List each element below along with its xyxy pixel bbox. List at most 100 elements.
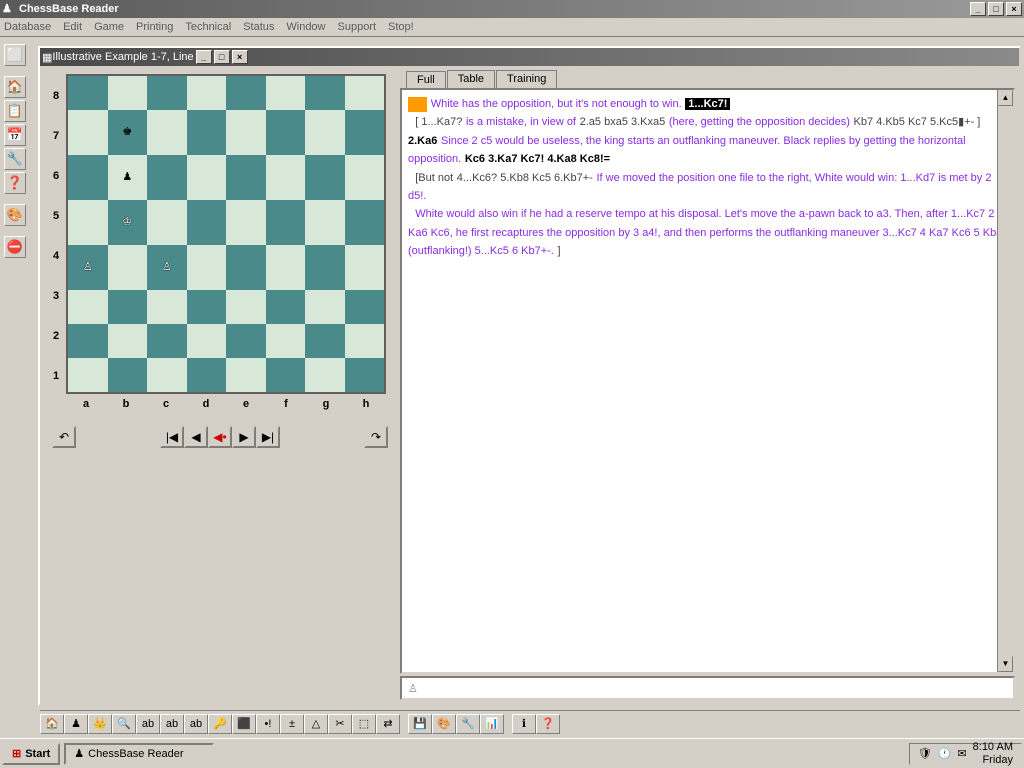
- square-h3[interactable]: [345, 290, 385, 324]
- square-h7[interactable]: [345, 110, 385, 155]
- menu-window[interactable]: Window: [286, 21, 325, 33]
- nav-prev-button[interactable]: ◀: [184, 426, 208, 448]
- menu-technical[interactable]: Technical: [185, 21, 231, 33]
- square-f7[interactable]: [266, 110, 306, 155]
- square-d3[interactable]: [187, 290, 227, 324]
- tool-palette-icon[interactable]: 🎨: [4, 204, 26, 226]
- scroll-down-button[interactable]: ▼: [998, 656, 1013, 672]
- nav-first-button[interactable]: |◀: [160, 426, 184, 448]
- move[interactable]: 2.Ka6: [408, 135, 437, 147]
- square-e5[interactable]: [226, 200, 266, 245]
- square-a7[interactable]: [68, 110, 108, 155]
- menu-printing[interactable]: Printing: [136, 21, 173, 33]
- tool-board-icon[interactable]: ⬜: [4, 44, 26, 66]
- bottom-tool-18[interactable]: 🔧: [456, 714, 480, 734]
- tool-stop-icon[interactable]: ⛔: [4, 236, 26, 258]
- square-f8[interactable]: [266, 76, 306, 110]
- square-d7[interactable]: [187, 110, 227, 155]
- bottom-tool-5[interactable]: ab: [160, 714, 184, 734]
- square-f4[interactable]: [266, 245, 306, 290]
- square-c4[interactable]: ♙: [147, 245, 187, 290]
- square-h1[interactable]: [345, 358, 385, 392]
- menu-status[interactable]: Status: [243, 21, 274, 33]
- chessboard[interactable]: ♚♟♔♙♙: [66, 74, 386, 394]
- menu-stop[interactable]: Stop!: [388, 21, 414, 33]
- tab-full[interactable]: Full: [406, 71, 446, 89]
- square-c1[interactable]: [147, 358, 187, 392]
- square-c2[interactable]: [147, 324, 187, 358]
- square-b1[interactable]: [108, 358, 148, 392]
- minimize-button[interactable]: _: [970, 2, 986, 16]
- bottom-tool-14[interactable]: ⇄: [376, 714, 400, 734]
- square-h5[interactable]: [345, 200, 385, 245]
- square-e2[interactable]: [226, 324, 266, 358]
- tray-shield-icon[interactable]: 🛡: [918, 747, 932, 760]
- close-button[interactable]: ×: [1006, 2, 1022, 16]
- square-d5[interactable]: [187, 200, 227, 245]
- bottom-tool-11[interactable]: △: [304, 714, 328, 734]
- doc-close-button[interactable]: ×: [232, 50, 248, 64]
- tool-settings-icon[interactable]: 🔧: [4, 148, 26, 170]
- square-a5[interactable]: [68, 200, 108, 245]
- square-d1[interactable]: [187, 358, 227, 392]
- flip-board-button[interactable]: ↶: [52, 426, 76, 448]
- square-e4[interactable]: [226, 245, 266, 290]
- tool-home-icon[interactable]: 🏠: [4, 76, 26, 98]
- square-b7[interactable]: ♚: [108, 110, 148, 155]
- bottom-tool-4[interactable]: ab: [136, 714, 160, 734]
- square-d2[interactable]: [187, 324, 227, 358]
- square-d8[interactable]: [187, 76, 227, 110]
- bottom-tool-1[interactable]: ♟: [64, 714, 88, 734]
- square-b2[interactable]: [108, 324, 148, 358]
- bottom-tool-0[interactable]: 🏠: [40, 714, 64, 734]
- bottom-tool-10[interactable]: ±: [280, 714, 304, 734]
- square-a8[interactable]: [68, 76, 108, 110]
- scrollbar[interactable]: ▲ ▼: [997, 90, 1013, 672]
- square-a2[interactable]: [68, 324, 108, 358]
- bottom-tool-12[interactable]: ✂: [328, 714, 352, 734]
- bottom-tool-6[interactable]: ab: [184, 714, 208, 734]
- bottom-tool-8[interactable]: ⬛: [232, 714, 256, 734]
- square-b6[interactable]: ♟: [108, 155, 148, 200]
- square-e1[interactable]: [226, 358, 266, 392]
- square-f1[interactable]: [266, 358, 306, 392]
- square-a6[interactable]: [68, 155, 108, 200]
- square-c5[interactable]: [147, 200, 187, 245]
- square-a4[interactable]: ♙: [68, 245, 108, 290]
- square-g8[interactable]: [305, 76, 345, 110]
- tray-mail-icon[interactable]: ✉: [957, 747, 966, 760]
- square-f6[interactable]: [266, 155, 306, 200]
- square-g1[interactable]: [305, 358, 345, 392]
- bottom-tool-3[interactable]: 🔍: [112, 714, 136, 734]
- nav-current-button[interactable]: ◀•: [208, 426, 232, 448]
- doc-maximize-button[interactable]: □: [214, 50, 230, 64]
- square-g2[interactable]: [305, 324, 345, 358]
- square-g7[interactable]: [305, 110, 345, 155]
- square-h2[interactable]: [345, 324, 385, 358]
- tool-help-icon[interactable]: ❓: [4, 172, 26, 194]
- bottom-tool-22[interactable]: ❓: [536, 714, 560, 734]
- clock[interactable]: 8:10 AM Friday: [973, 741, 1013, 765]
- square-b8[interactable]: [108, 76, 148, 110]
- move-highlighted[interactable]: 1...Kc7!: [685, 98, 730, 110]
- nav-last-button[interactable]: ▶|: [256, 426, 280, 448]
- doc-minimize-button[interactable]: _: [196, 50, 212, 64]
- system-tray[interactable]: 🛡 🕐 ✉ 8:10 AM Friday: [909, 743, 1022, 765]
- square-h4[interactable]: [345, 245, 385, 290]
- menu-database[interactable]: Database: [4, 21, 51, 33]
- square-a3[interactable]: [68, 290, 108, 324]
- flip-board-button-2[interactable]: ↷: [364, 426, 388, 448]
- square-e8[interactable]: [226, 76, 266, 110]
- tool-clipboard-icon[interactable]: 📋: [4, 100, 26, 122]
- square-b3[interactable]: [108, 290, 148, 324]
- square-f5[interactable]: [266, 200, 306, 245]
- bottom-tool-2[interactable]: 👑: [88, 714, 112, 734]
- square-e6[interactable]: [226, 155, 266, 200]
- scroll-up-button[interactable]: ▲: [998, 90, 1013, 106]
- square-g5[interactable]: [305, 200, 345, 245]
- menu-edit[interactable]: Edit: [63, 21, 82, 33]
- bottom-tool-21[interactable]: ℹ: [512, 714, 536, 734]
- menu-support[interactable]: Support: [338, 21, 377, 33]
- bottom-tool-7[interactable]: 🔑: [208, 714, 232, 734]
- square-h8[interactable]: [345, 76, 385, 110]
